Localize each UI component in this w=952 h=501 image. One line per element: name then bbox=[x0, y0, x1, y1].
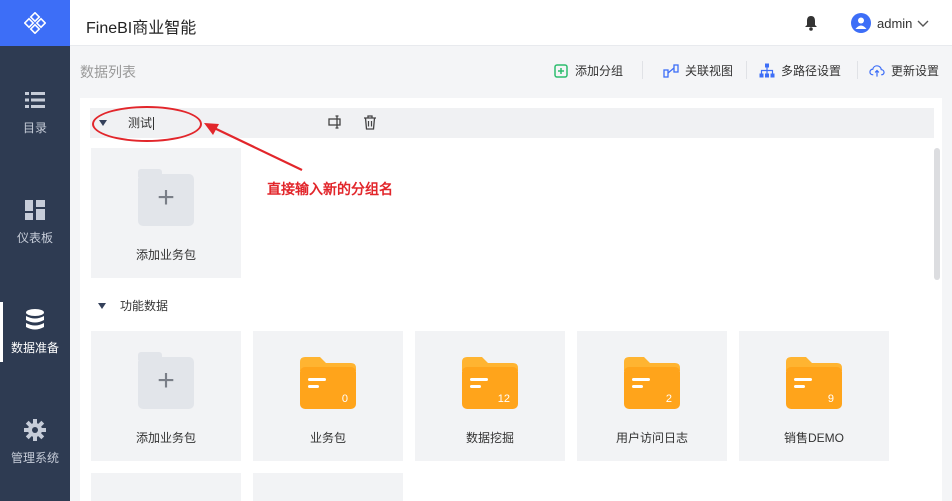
plus-icon: + bbox=[157, 364, 175, 397]
folder-add-icon: + bbox=[138, 352, 194, 409]
avatar[interactable] bbox=[851, 13, 871, 33]
bell-icon[interactable] bbox=[804, 15, 818, 34]
username[interactable]: admin bbox=[877, 16, 912, 31]
sidebar-item-label: 管理系统 bbox=[10, 450, 59, 465]
package-name: 用户访问日志 bbox=[615, 431, 688, 445]
sidebar-item-label: 数据准备 bbox=[10, 340, 59, 355]
cloud-update-icon bbox=[869, 63, 885, 79]
package-count: 12 bbox=[497, 393, 510, 405]
folder-add-icon: + bbox=[138, 169, 194, 226]
folder-icon: 2 bbox=[624, 357, 680, 409]
update-settings-button[interactable]: 更新设置 bbox=[869, 62, 939, 79]
database-icon bbox=[24, 308, 46, 331]
annotation-arrow-icon bbox=[204, 123, 303, 171]
add-group-label: 添加分组 bbox=[575, 64, 624, 78]
folder-icon: 0 bbox=[300, 357, 356, 409]
rename-icon[interactable] bbox=[328, 115, 344, 132]
sidebar-item-label: 仪表板 bbox=[16, 230, 53, 245]
app-title: FineBI商业智能 bbox=[86, 20, 197, 37]
update-settings-label: 更新设置 bbox=[891, 64, 940, 78]
vertical-scrollbar[interactable] bbox=[934, 148, 940, 280]
folder-icon: 9 bbox=[786, 357, 842, 409]
logo-icon bbox=[24, 12, 46, 34]
package-name: 业务包 bbox=[309, 431, 346, 445]
dashboard-icon bbox=[24, 199, 46, 221]
toolbar-divider bbox=[642, 61, 643, 79]
annotation-ellipse bbox=[92, 106, 202, 142]
package-card[interactable]: 12 数据挖掘 bbox=[415, 331, 565, 461]
package-name: 销售DEMO bbox=[783, 431, 844, 445]
package-card[interactable]: 2 用户访问日志 bbox=[577, 331, 727, 461]
multipath-icon bbox=[759, 63, 775, 79]
logo[interactable] bbox=[0, 0, 70, 46]
toolbar-divider bbox=[857, 61, 858, 79]
page-title: 数据列表 bbox=[80, 64, 136, 80]
sidebar: 目录 仪表板 数据准备 管理系统 bbox=[0, 0, 70, 501]
package-card[interactable]: 0 业务包 bbox=[253, 331, 403, 461]
package-card-partial[interactable] bbox=[253, 473, 403, 501]
sidebar-item-dashboard[interactable]: 仪表板 bbox=[0, 192, 70, 252]
caret-down-icon[interactable] bbox=[98, 303, 106, 309]
add-package-thumb: + bbox=[138, 169, 194, 226]
chevron-down-icon[interactable] bbox=[917, 17, 929, 31]
list-icon bbox=[24, 89, 46, 111]
trash-icon[interactable] bbox=[363, 115, 377, 133]
package-card-partial[interactable] bbox=[91, 473, 241, 501]
multipath-button[interactable]: 多路径设置 bbox=[759, 62, 841, 79]
sidebar-item-admin[interactable]: 管理系统 bbox=[0, 412, 70, 472]
plus-icon: + bbox=[157, 181, 175, 214]
toolbar-divider bbox=[746, 61, 747, 79]
add-group-icon bbox=[553, 63, 569, 79]
sidebar-item-catalog[interactable]: 目录 bbox=[0, 82, 70, 142]
folder-icon: 12 bbox=[462, 357, 518, 409]
multipath-label: 多路径设置 bbox=[781, 64, 842, 78]
package-card[interactable]: 9 销售DEMO bbox=[739, 331, 889, 461]
relation-view-button[interactable]: 关联视图 bbox=[663, 62, 733, 79]
package-count: 0 bbox=[341, 393, 348, 405]
annotation-text: 直接输入新的分组名 bbox=[267, 181, 393, 197]
user-icon bbox=[855, 17, 867, 29]
group-title: 功能数据 bbox=[120, 299, 169, 313]
package-name: 添加业务包 bbox=[135, 431, 196, 445]
package-count: 9 bbox=[827, 393, 834, 405]
add-package-thumb: + bbox=[138, 352, 194, 409]
top-bar: FineBI商业智能 admin bbox=[70, 0, 952, 46]
package-name: 数据挖掘 bbox=[465, 431, 514, 445]
sidebar-item-label: 目录 bbox=[22, 120, 47, 135]
add-group-button[interactable]: 添加分组 bbox=[553, 62, 623, 79]
add-package-card[interactable]: + 添加业务包 bbox=[91, 331, 241, 461]
package-count: 2 bbox=[665, 393, 672, 405]
gear-icon bbox=[24, 418, 46, 441]
package-name: 添加业务包 bbox=[135, 248, 196, 262]
sidebar-item-data-prep[interactable]: 数据准备 bbox=[0, 302, 70, 362]
relation-view-label: 关联视图 bbox=[685, 64, 734, 78]
relation-view-icon bbox=[663, 63, 679, 79]
